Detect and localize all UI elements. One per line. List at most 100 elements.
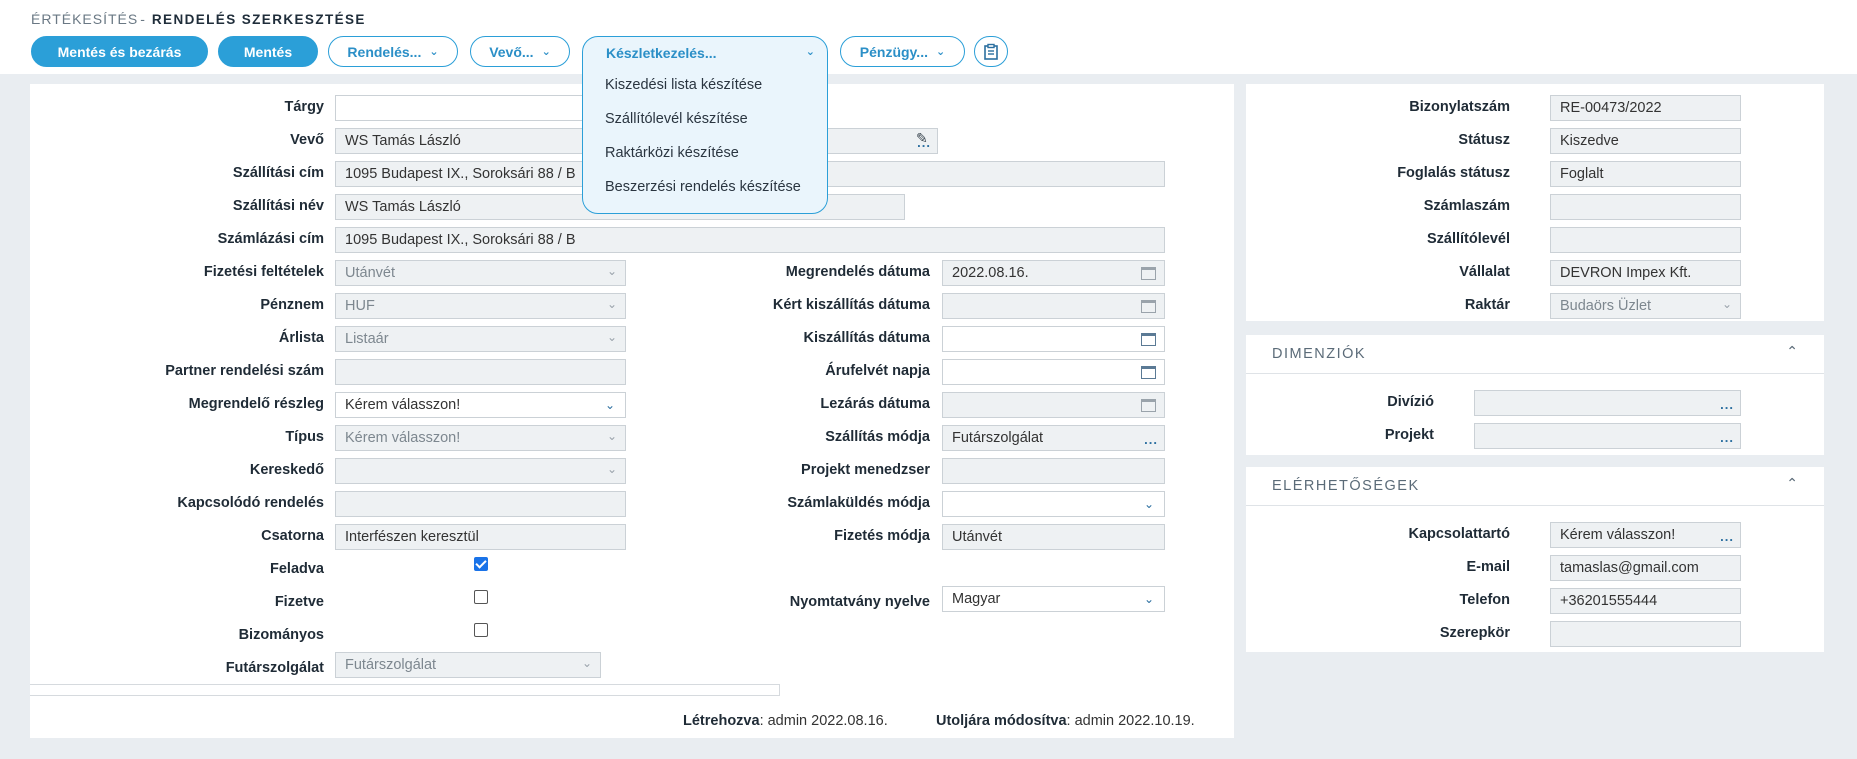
ordering-dept-value: Kérem válasszon! bbox=[345, 397, 461, 413]
phone-label: Telefon bbox=[1459, 592, 1510, 608]
customer-label: Vevő bbox=[290, 132, 324, 148]
req-delivery-field[interactable] bbox=[942, 293, 1165, 319]
customer-label: Vevő... bbox=[489, 43, 534, 60]
chevron-up-icon[interactable]: ⌃ bbox=[1786, 475, 1798, 492]
warehouse-label: Raktár bbox=[1464, 297, 1510, 313]
related-order-field[interactable] bbox=[335, 491, 626, 517]
inventory-dropdown: Készletkezelés... ⌄ Kiszedési lista készí… bbox=[582, 36, 828, 214]
menu-item-delivery-note[interactable]: Szállítólevél készítése bbox=[583, 102, 827, 136]
contact-field[interactable]: Kérem válasszon!... bbox=[1550, 522, 1741, 548]
courier-select[interactable]: Futárszolgálat ⌄ bbox=[335, 652, 601, 678]
modified-label: Utoljára módosítva bbox=[936, 713, 1067, 729]
close-date-label: Lezárás dátuma bbox=[820, 396, 930, 412]
channel-field[interactable]: Interfészen keresztül bbox=[335, 524, 626, 550]
chevron-down-icon: ⌄ bbox=[606, 330, 617, 344]
paid-checkbox[interactable] bbox=[474, 590, 488, 604]
paid-label: Fizetve bbox=[274, 594, 324, 610]
edit-icon[interactable]: ✎ bbox=[916, 130, 928, 147]
order-date-label: Megrendelés dátuma bbox=[785, 264, 930, 280]
print-lang-label: Nyomtatvány nyelve bbox=[789, 594, 930, 610]
footer-divider bbox=[30, 684, 780, 696]
calendar-icon[interactable] bbox=[1141, 366, 1156, 379]
invoice-send-select[interactable]: ⌄ bbox=[942, 491, 1165, 517]
phone-field[interactable]: +36201555444 bbox=[1550, 588, 1741, 614]
customer-menu-button[interactable]: Vevő... ⌄ bbox=[470, 36, 570, 67]
modified-info: Utoljára módosítva: admin 2022.10.19. bbox=[936, 713, 1195, 729]
delivery-note-field[interactable] bbox=[1550, 227, 1741, 253]
type-value: Kérem válasszon! bbox=[345, 430, 461, 446]
more-dots-icon[interactable]: ... bbox=[1144, 432, 1158, 447]
chevron-down-icon: ⌄ bbox=[606, 297, 617, 311]
posted-label: Feladva bbox=[270, 561, 324, 577]
project-manager-field[interactable] bbox=[942, 458, 1165, 484]
contacts-title: ELÉRHETŐSÉGEK bbox=[1272, 478, 1420, 494]
consignment-checkbox[interactable] bbox=[474, 623, 488, 637]
print-button[interactable] bbox=[974, 36, 1008, 67]
email-field[interactable]: tamaslas@gmail.com bbox=[1550, 555, 1741, 581]
role-label: Szerepkör bbox=[1439, 625, 1510, 641]
page-title: RENDELÉS SZERKESZTÉSE bbox=[151, 12, 366, 27]
save-close-button[interactable]: Mentés és bezárás bbox=[31, 36, 208, 67]
finance-menu-button[interactable]: Pénzügy... ⌄ bbox=[840, 36, 965, 67]
company-label: Vállalat bbox=[1459, 264, 1510, 280]
pay-method-field[interactable]: Utánvét bbox=[942, 524, 1165, 550]
currency-label: Pénznem bbox=[260, 297, 324, 313]
status-field[interactable]: Kiszedve bbox=[1550, 128, 1741, 154]
calendar-icon[interactable] bbox=[1141, 333, 1156, 346]
delivery-date-field[interactable] bbox=[942, 326, 1165, 352]
doc-no-label: Bizonylatszám bbox=[1409, 99, 1510, 115]
subject-label: Tárgy bbox=[284, 99, 325, 115]
chevron-down-icon: ⌄ bbox=[541, 46, 551, 58]
company-field[interactable]: DEVRON Impex Kft. bbox=[1550, 260, 1741, 286]
courier-value: Futárszolgálat bbox=[345, 657, 437, 673]
breadcrumb: ÉRTÉKESÍTÉS - RENDELÉS SZERKESZTÉSE bbox=[31, 11, 366, 27]
ship-method-field[interactable]: Futárszolgálat... bbox=[942, 425, 1165, 451]
partner-order-field[interactable] bbox=[335, 359, 626, 385]
price-list-select[interactable]: Listaár ⌄ bbox=[335, 326, 626, 352]
payment-terms-select[interactable]: Utánvét ⌄ bbox=[335, 260, 626, 286]
calendar-icon bbox=[1141, 399, 1156, 412]
type-select[interactable]: Kérem válasszon! ⌄ bbox=[335, 425, 626, 451]
more-dots-icon[interactable]: ... bbox=[1720, 430, 1734, 445]
delivery-date-label: Kiszállítás dátuma bbox=[803, 330, 930, 346]
posted-checkbox[interactable] bbox=[474, 557, 488, 571]
receipt-day-field[interactable] bbox=[942, 359, 1165, 385]
ship-address-label: Szállítási cím bbox=[232, 165, 324, 181]
currency-select[interactable]: HUF ⌄ bbox=[335, 293, 626, 319]
role-field[interactable] bbox=[1550, 621, 1741, 647]
print-lang-select[interactable]: Magyar ⌄ bbox=[942, 586, 1165, 612]
order-date-field[interactable]: 2022.08.16. bbox=[942, 260, 1165, 286]
dimensions-title: DIMENZIÓK bbox=[1272, 346, 1367, 362]
save-button[interactable]: Mentés bbox=[218, 36, 318, 67]
reservation-field[interactable]: Foglalt bbox=[1550, 161, 1741, 187]
bill-address-field[interactable]: 1095 Budapest IX., Soroksári 88 / B bbox=[335, 227, 1165, 253]
ship-method-label: Szállítás módja bbox=[825, 429, 930, 445]
warehouse-select[interactable]: Budaörs Üzlet ⌄ bbox=[1550, 293, 1741, 319]
menu-item-purchase-order[interactable]: Beszerzési rendelés készítése bbox=[583, 170, 827, 204]
menu-item-transfer[interactable]: Raktárközi készítése bbox=[583, 136, 827, 170]
inventory-menu-button[interactable]: Készletkezelés... ⌄ bbox=[583, 37, 827, 68]
more-dots-icon[interactable]: ... bbox=[1720, 529, 1734, 544]
breadcrumb-parent[interactable]: ÉRTÉKESÍTÉS bbox=[31, 11, 138, 27]
calendar-icon bbox=[1141, 267, 1156, 280]
receipt-day-label: Árufelvét napja bbox=[825, 363, 930, 379]
payment-terms-value: Utánvét bbox=[345, 265, 395, 281]
reservation-label: Foglalás státusz bbox=[1397, 165, 1510, 181]
contacts-divider bbox=[1246, 505, 1824, 506]
project-field[interactable]: ... bbox=[1474, 423, 1741, 449]
division-field[interactable]: ... bbox=[1474, 390, 1741, 416]
invoice-no-field[interactable] bbox=[1550, 194, 1741, 220]
salesperson-select[interactable]: ⌄ bbox=[335, 458, 626, 484]
doc-no-field[interactable]: RE-00473/2022 bbox=[1550, 95, 1741, 121]
menu-item-picking-list[interactable]: Kiszedési lista készítése bbox=[583, 68, 827, 102]
consignment-label: Bizományos bbox=[238, 627, 324, 643]
invoice-no-label: Számlaszám bbox=[1423, 198, 1510, 214]
ordering-dept-select[interactable]: Kérem válasszon! ⌄ bbox=[335, 392, 626, 418]
more-dots-icon[interactable]: ... bbox=[1720, 397, 1734, 412]
delivery-note-label: Szállítólevél bbox=[1426, 231, 1510, 247]
close-date-field[interactable] bbox=[942, 392, 1165, 418]
subject-input[interactable] bbox=[335, 95, 585, 121]
order-menu-button[interactable]: Rendelés... ⌄ bbox=[328, 36, 458, 67]
chevron-up-icon[interactable]: ⌃ bbox=[1786, 343, 1798, 360]
chevron-down-icon: ⌄ bbox=[604, 398, 615, 412]
